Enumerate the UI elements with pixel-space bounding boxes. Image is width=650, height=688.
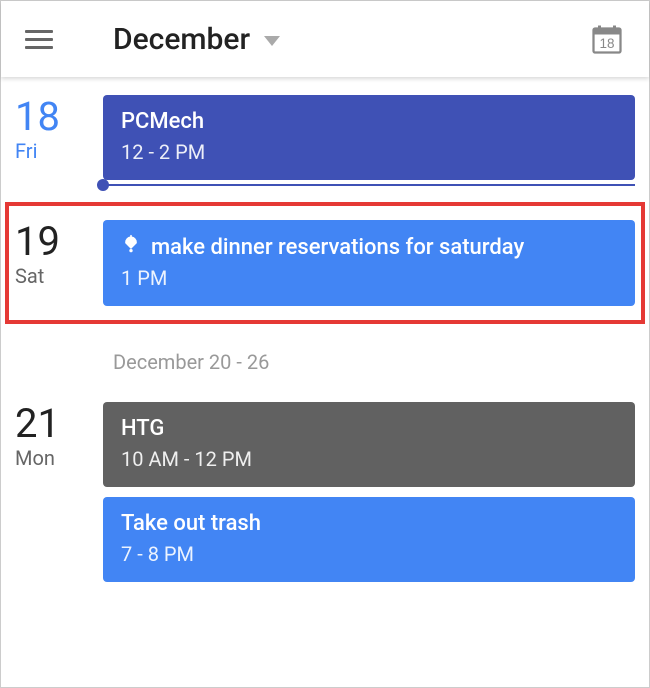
hamburger-menu-icon[interactable] [25,25,53,54]
month-picker[interactable]: December [113,22,280,57]
date-weekday: Sat [15,264,103,288]
events-column: make dinner reservations for saturday 1 … [103,220,635,306]
event-card[interactable]: HTG 10 AM - 12 PM [103,402,635,487]
day-row: 18 Fri PCMech 12 - 2 PM [1,85,649,202]
agenda-list: 18 Fri PCMech 12 - 2 PM 19 Sat [1,77,649,602]
events-column: HTG 10 AM - 12 PM Take out trash 7 - 8 P… [103,402,635,592]
event-title-text: make dinner reservations for saturday [151,235,524,260]
chevron-down-icon [264,36,280,46]
event-title: PCMech [121,109,617,134]
date-number: 19 [15,222,103,262]
events-column: PCMech 12 - 2 PM [103,95,635,192]
svg-text:18: 18 [599,36,614,51]
event-title: HTG [121,416,617,441]
event-time: 1 PM [121,266,617,290]
event-time: 12 - 2 PM [121,140,617,164]
today-button[interactable]: 18 [589,21,625,57]
date-column[interactable]: 18 Fri [15,95,103,192]
event-time: 7 - 8 PM [121,542,617,566]
event-card[interactable]: make dinner reservations for saturday 1 … [103,220,635,306]
date-weekday: Mon [15,446,103,470]
event-title: Take out trash [121,511,617,536]
day-row: 21 Mon HTG 10 AM - 12 PM Take out trash … [1,392,649,602]
app-header: December 18 [1,1,649,77]
event-title: make dinner reservations for saturday [121,234,617,260]
date-weekday: Fri [15,139,103,163]
month-label: December [113,22,250,57]
event-card[interactable]: Take out trash 7 - 8 PM [103,497,635,582]
event-time: 10 AM - 12 PM [121,447,617,471]
event-card[interactable]: PCMech 12 - 2 PM [103,95,635,180]
day-row: 19 Sat make dinner reservations for satu… [1,202,649,324]
reminder-icon [121,234,141,260]
calendar-icon: 18 [589,21,625,57]
date-column[interactable]: 21 Mon [15,402,103,592]
current-time-indicator [103,184,635,186]
date-column[interactable]: 19 Sat [15,220,103,306]
week-separator: December 20 - 26 [1,324,649,392]
date-number: 21 [15,404,103,444]
date-number: 18 [15,97,103,137]
